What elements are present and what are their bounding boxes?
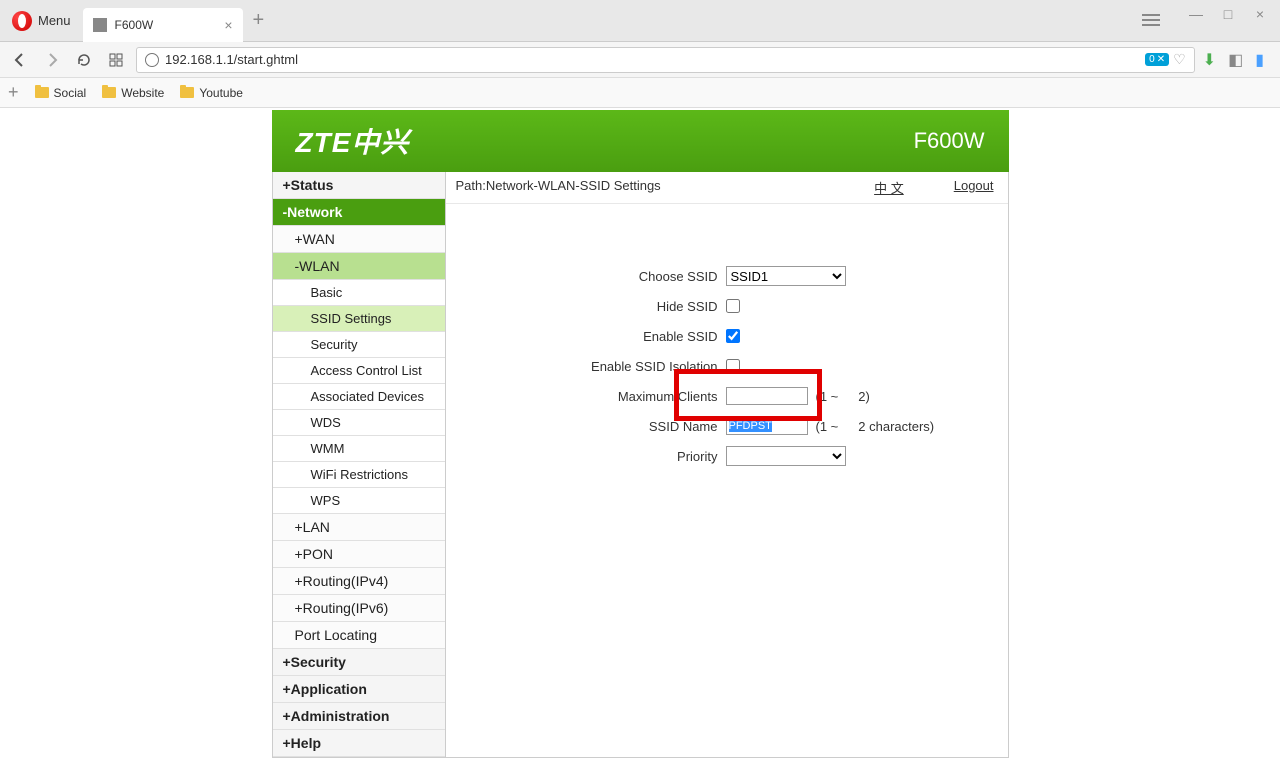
max-clients-hint-left: (1 ~ (816, 389, 839, 404)
hide-ssid-checkbox[interactable] (726, 299, 740, 313)
enable-isolation-label: Enable SSID Isolation (476, 359, 726, 374)
sidebar-item-security-wlan[interactable]: Security (273, 332, 445, 358)
max-clients-label: Maximum Clients (476, 389, 726, 404)
language-link[interactable]: 中 文 (874, 178, 904, 197)
choose-ssid-label: Choose SSID (476, 269, 726, 284)
globe-icon (145, 53, 159, 67)
ssid-name-input[interactable]: PFDPST (726, 417, 808, 435)
sidebar-item-application[interactable]: +Application (273, 676, 445, 703)
close-window-button[interactable]: × (1248, 4, 1272, 24)
ssid-name-label: SSID Name (476, 419, 726, 434)
sidebar-icon[interactable]: ▮ (1255, 50, 1264, 70)
extension-icon[interactable]: ◧ (1228, 50, 1243, 70)
priority-select[interactable] (726, 446, 846, 466)
bookmark-website[interactable]: Website (102, 86, 164, 100)
bookmark-youtube[interactable]: Youtube (180, 86, 243, 100)
close-tab-icon[interactable]: × (224, 17, 232, 33)
sidebar-item-ssid-settings[interactable]: SSID Settings (273, 306, 445, 332)
url-text: 192.168.1.1/start.ghtml (165, 52, 1139, 67)
sidebar-item-wps[interactable]: WPS (273, 488, 445, 514)
sidebar-item-routing-ipv6[interactable]: +Routing(IPv6) (273, 595, 445, 622)
sidebar-item-lan[interactable]: +LAN (273, 514, 445, 541)
bookmark-heart-icon[interactable]: ♡ (1173, 51, 1186, 68)
max-clients-input[interactable] (726, 387, 808, 405)
logout-link[interactable]: Logout (954, 178, 994, 197)
minimize-button[interactable]: — (1184, 4, 1208, 24)
bookmark-social[interactable]: Social (35, 86, 87, 100)
reload-button[interactable] (72, 48, 96, 72)
back-button[interactable] (8, 48, 32, 72)
download-icon[interactable]: ⬇ (1203, 50, 1216, 70)
sidebar-item-administration[interactable]: +Administration (273, 703, 445, 730)
easy-setup-icon[interactable] (1142, 14, 1160, 26)
folder-icon (102, 87, 116, 98)
hide-ssid-label: Hide SSID (476, 299, 726, 314)
sidebar-item-wifi-restrictions[interactable]: WiFi Restrictions (273, 462, 445, 488)
sidebar-item-network[interactable]: -Network (273, 199, 445, 226)
menu-label: Menu (38, 13, 71, 28)
choose-ssid-select[interactable]: SSID1 (726, 266, 846, 286)
browser-tab[interactable]: F600W × (83, 8, 243, 42)
sidebar-item-help[interactable]: +Help (273, 730, 445, 757)
opera-icon (12, 11, 32, 31)
sidebar-item-pon[interactable]: +PON (273, 541, 445, 568)
sidebar-item-wlan[interactable]: -WLAN (273, 253, 445, 280)
enable-ssid-label: Enable SSID (476, 329, 726, 344)
address-bar[interactable]: 192.168.1.1/start.ghtml 0✕ ♡ (136, 47, 1195, 73)
enable-ssid-checkbox[interactable] (726, 329, 740, 343)
max-clients-hint-right: 2) (858, 389, 870, 404)
forward-button[interactable] (40, 48, 64, 72)
sidebar-item-wds[interactable]: WDS (273, 410, 445, 436)
sidebar-item-status[interactable]: +Status (273, 172, 445, 199)
sidebar-item-wmm[interactable]: WMM (273, 436, 445, 462)
sidebar-item-basic[interactable]: Basic (273, 280, 445, 306)
opera-menu-button[interactable]: Menu (0, 0, 83, 41)
folder-icon (180, 87, 194, 98)
add-bookmark-button[interactable]: + (8, 82, 19, 103)
folder-icon (35, 87, 49, 98)
tab-title: F600W (115, 18, 154, 32)
sidebar-item-routing-ipv4[interactable]: +Routing(IPv4) (273, 568, 445, 595)
page-icon (93, 18, 107, 32)
enable-isolation-checkbox[interactable] (726, 359, 740, 373)
priority-label: Priority (476, 449, 726, 464)
breadcrumb: Path:Network-WLAN-SSID Settings (456, 178, 661, 197)
speed-dial-button[interactable] (104, 48, 128, 72)
sidebar-item-acl[interactable]: Access Control List (273, 358, 445, 384)
sidebar-item-associated-devices[interactable]: Associated Devices (273, 384, 445, 410)
sidebar-item-port-locating[interactable]: Port Locating (273, 622, 445, 649)
sidebar: +Status -Network +WAN -WLAN Basic SSID S… (273, 172, 446, 757)
model-name: F600W (914, 128, 985, 154)
sidebar-item-wan[interactable]: +WAN (273, 226, 445, 253)
router-header: ZTE中兴 F600W (272, 110, 1009, 172)
ssid-name-hint-left: (1 ~ (816, 419, 839, 434)
zte-logo: ZTE中兴 (296, 121, 410, 161)
ssid-name-hint-right: 2 characters) (858, 419, 934, 434)
new-tab-button[interactable]: + (243, 9, 275, 32)
sidebar-item-security[interactable]: +Security (273, 649, 445, 676)
maximize-button[interactable]: □ (1216, 4, 1240, 24)
adblock-badge[interactable]: 0✕ (1145, 53, 1169, 66)
